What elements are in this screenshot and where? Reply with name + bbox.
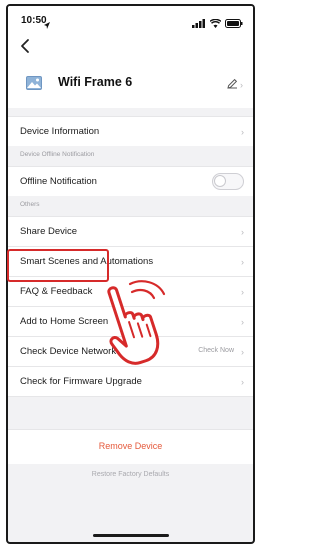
spacer <box>8 108 253 116</box>
hand-pointer-icon <box>107 280 166 365</box>
section-label-others: Others <box>8 196 253 216</box>
restore-factory-defaults-button[interactable]: Restore Factory Defaults <box>8 464 253 490</box>
row-label: Device Information <box>20 126 100 137</box>
signal-icon <box>192 15 206 28</box>
chevron-right-icon: › <box>241 287 244 297</box>
toggle-knob <box>214 175 226 187</box>
row-offline-notification: Offline Notification <box>8 166 253 196</box>
chevron-left-icon[interactable] <box>18 37 34 55</box>
device-header[interactable]: Wifi Frame 6 › <box>8 58 253 108</box>
spacer <box>8 396 253 429</box>
edit-device-button[interactable]: › <box>227 76 243 94</box>
chevron-right-icon: › <box>241 257 244 267</box>
chevron-right-icon: › <box>241 317 244 327</box>
check-now-label: Check Now <box>198 347 234 354</box>
remove-device-button[interactable]: Remove Device <box>8 429 253 464</box>
row-device-information[interactable]: Device Information › <box>8 116 253 146</box>
chevron-right-icon: › <box>241 377 244 387</box>
image-icon <box>26 76 42 90</box>
row-label: Check for Firmware Upgrade <box>20 376 142 387</box>
section-label-text: Device Offline Notification <box>20 151 95 158</box>
status-bar: 10:50 <box>8 6 253 36</box>
row-check-firmware[interactable]: Check for Firmware Upgrade › <box>8 366 253 396</box>
row-label: Offline Notification <box>20 176 97 187</box>
offline-notification-toggle[interactable] <box>212 173 244 190</box>
row-label: FAQ & Feedback <box>20 286 93 297</box>
section-label-text: Others <box>20 201 40 208</box>
status-icons <box>192 15 243 28</box>
battery-icon <box>225 15 243 28</box>
home-indicator <box>93 534 169 537</box>
row-label: Share Device <box>20 226 78 237</box>
pencil-icon <box>227 76 238 94</box>
chevron-right-icon: › <box>241 127 244 137</box>
wifi-icon <box>209 15 222 28</box>
remove-device-label: Remove Device <box>98 441 163 451</box>
row-share-device[interactable]: Share Device › <box>8 216 253 246</box>
row-label: Add to Home Screen <box>20 316 109 327</box>
restore-defaults-label: Restore Factory Defaults <box>91 471 170 478</box>
chevron-right-icon: › <box>240 80 243 90</box>
status-time: 10:50 <box>21 15 47 26</box>
nav-bar <box>8 36 253 58</box>
location-arrow-icon <box>44 16 50 34</box>
chevron-right-icon: › <box>241 227 244 237</box>
device-name: Wifi Frame 6 <box>58 75 133 89</box>
section-label-offline: Device Offline Notification <box>8 146 253 166</box>
share-device-highlight <box>7 249 109 282</box>
chevron-right-icon: › <box>241 347 244 357</box>
